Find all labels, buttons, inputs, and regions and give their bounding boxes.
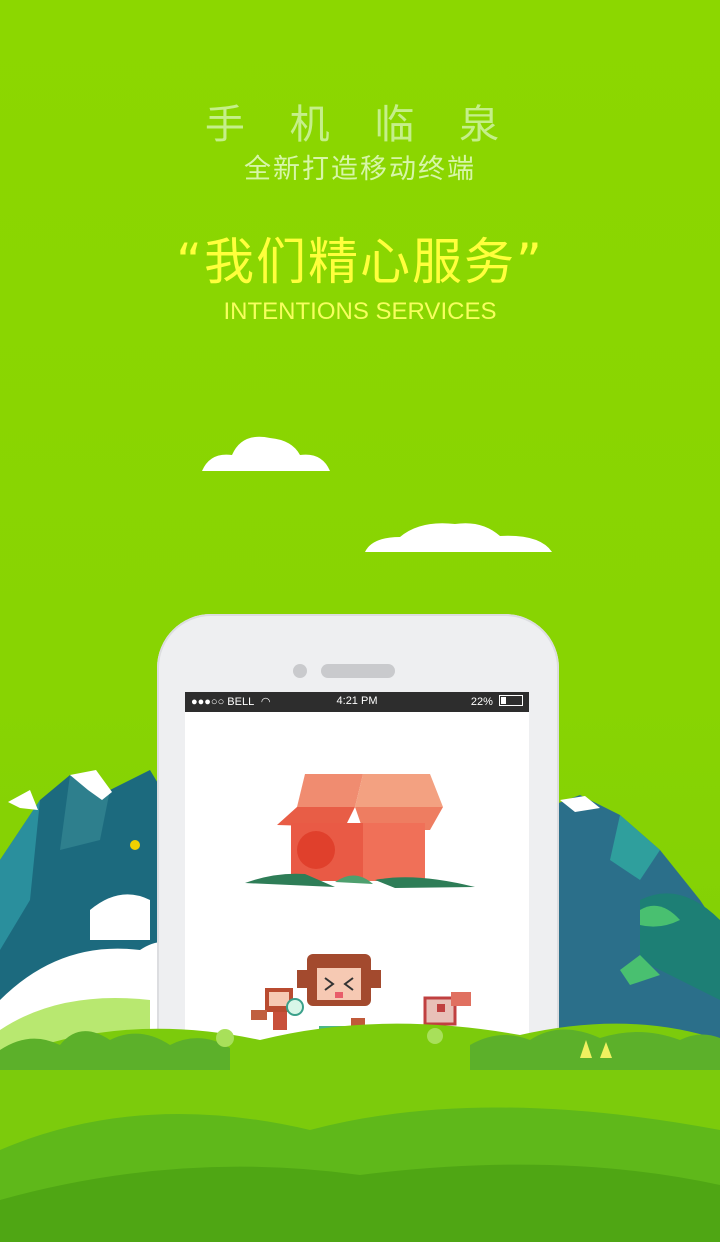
foreground-hills	[0, 1023, 720, 1242]
